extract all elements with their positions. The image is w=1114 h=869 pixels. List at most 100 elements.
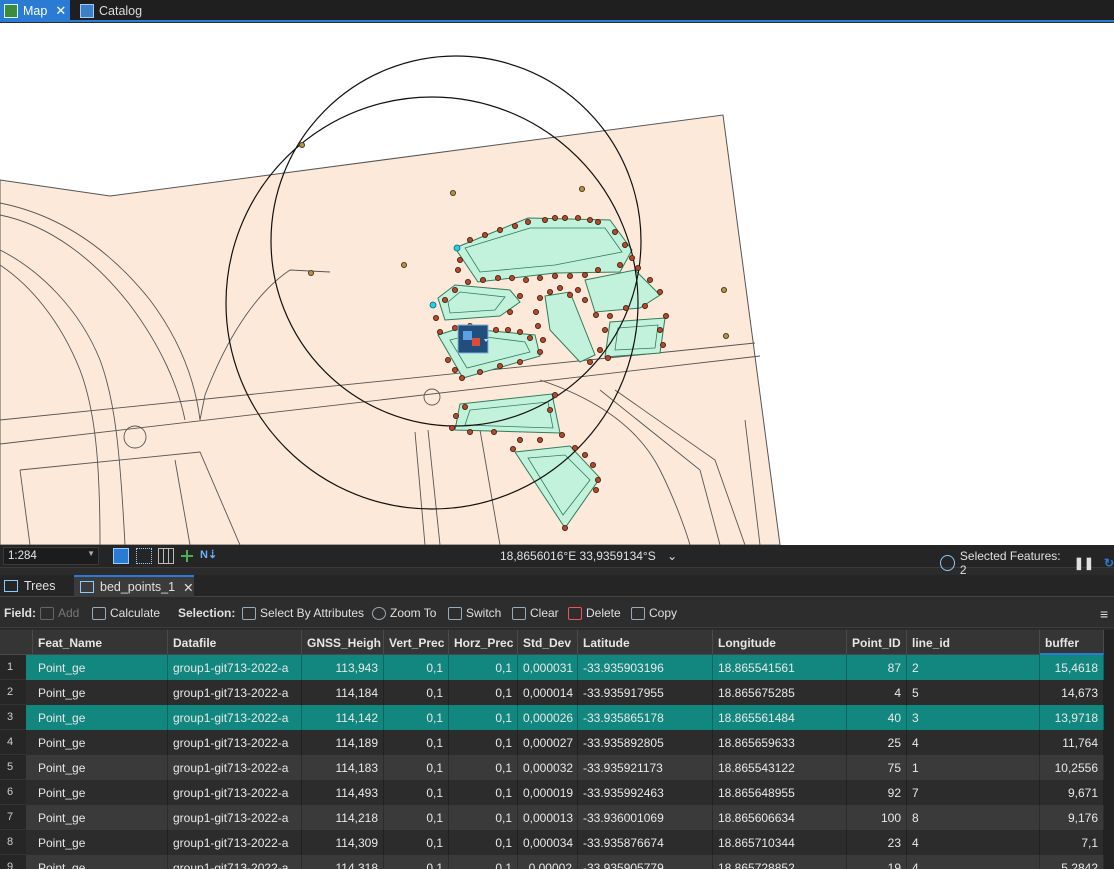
pause-icon[interactable]: ❚❚ xyxy=(1074,556,1094,570)
column-header-vert-prec[interactable]: Vert_Prec xyxy=(384,630,449,655)
cell-point-id[interactable]: 92 xyxy=(847,780,907,805)
cell-horz-prec[interactable]: 0,1 xyxy=(449,830,518,855)
cell-gnss-heigh[interactable]: 113,943 xyxy=(302,655,384,680)
vertical-scrollbar[interactable] xyxy=(1104,630,1114,869)
cell-datafile[interactable]: group1-git713-2022-a xyxy=(168,705,302,730)
calculate-button[interactable]: Calculate xyxy=(92,606,160,620)
cell-buffer[interactable]: 7,1 xyxy=(1040,830,1104,855)
cell-vert-prec[interactable]: 0,1 xyxy=(384,855,449,869)
cell-longitude[interactable]: 18.865606634 xyxy=(713,805,847,830)
cell-buffer[interactable]: 9,176 xyxy=(1040,805,1104,830)
north-arrow-icon[interactable]: N⇣ xyxy=(200,548,217,564)
cell-horz-prec[interactable]: 0,1 xyxy=(449,755,518,780)
cell-feat-name[interactable]: Point_ge xyxy=(33,855,168,869)
refresh-icon[interactable]: ↻ xyxy=(1104,556,1114,570)
cell-feat-name[interactable]: Point_ge xyxy=(33,780,168,805)
cell-vert-prec[interactable]: 0,1 xyxy=(384,755,449,780)
selected-features-indicator[interactable]: Selected Features: 2 ❚❚ ↻ xyxy=(940,549,1114,577)
cell-vert-prec[interactable]: 0,1 xyxy=(384,780,449,805)
cell-feat-name[interactable]: Point_ge xyxy=(33,830,168,855)
cell-datafile[interactable]: group1-git713-2022-a xyxy=(168,780,302,805)
cell-point-id[interactable]: 23 xyxy=(847,830,907,855)
column-header-std-dev[interactable]: Std_Dev xyxy=(518,630,578,655)
cell-buffer[interactable]: 13,9718 xyxy=(1040,705,1104,730)
cell-vert-prec[interactable]: 0,1 xyxy=(384,805,449,830)
chevron-down-icon[interactable]: ⌄ xyxy=(667,549,677,563)
cell-buffer[interactable]: 10,2556 xyxy=(1040,755,1104,780)
tab-catalog[interactable]: Catalog xyxy=(76,0,156,22)
cell-datafile[interactable]: group1-git713-2022-a xyxy=(168,830,302,855)
column-header-longitude[interactable]: Longitude xyxy=(713,630,847,655)
cell-std-dev[interactable]: 0,000019 xyxy=(518,780,578,805)
cell-line-id[interactable]: 4 xyxy=(907,730,1040,755)
cell-horz-prec[interactable]: 0,1 xyxy=(449,730,518,755)
chevron-down-icon[interactable]: ▼ xyxy=(87,549,95,558)
column-header-line-id[interactable]: line_id xyxy=(907,630,1040,655)
cell-std-dev[interactable]: 0,000032 xyxy=(518,755,578,780)
cell-std-dev[interactable]: 0,000034 xyxy=(518,830,578,855)
cell-std-dev[interactable]: 0,000026 xyxy=(518,705,578,730)
snapping-icon[interactable] xyxy=(113,548,129,564)
delete-button[interactable]: Delete xyxy=(568,606,621,620)
cell-horz-prec[interactable]: 0,1 xyxy=(449,680,518,705)
cell-line-id[interactable]: 8 xyxy=(907,805,1040,830)
table-row[interactable]: Point_ge group1-git713-2022-a 114,309 0,1 0,… xyxy=(26,830,1104,855)
cell-feat-name[interactable]: Point_ge xyxy=(33,655,168,680)
cell-line-id[interactable]: 1 xyxy=(907,755,1040,780)
row-number[interactable]: 6 xyxy=(0,780,26,805)
cell-point-id[interactable]: 100 xyxy=(847,805,907,830)
cell-datafile[interactable]: group1-git713-2022-a xyxy=(168,755,302,780)
column-header-latitude[interactable]: Latitude xyxy=(578,630,713,655)
scale-selector[interactable]: 1:284 ▼ xyxy=(3,547,99,565)
cell-datafile[interactable]: group1-git713-2022-a xyxy=(168,655,302,680)
select-by-attributes-button[interactable]: Select By Attributes xyxy=(242,606,364,620)
cell-horz-prec[interactable]: 0,1 xyxy=(449,705,518,730)
cell-std-dev[interactable]: 0,000013 xyxy=(518,805,578,830)
cell-latitude[interactable]: -33.935903196 xyxy=(578,655,713,680)
cell-longitude[interactable]: 18.865543122 xyxy=(713,755,847,780)
cell-datafile[interactable]: group1-git713-2022-a xyxy=(168,855,302,869)
column-header-feat-name[interactable]: Feat_Name xyxy=(33,630,168,655)
table-row[interactable]: Point_ge group1-git713-2022-a 114,142 0,1 0,… xyxy=(26,705,1104,730)
cell-std-dev[interactable]: 0,000027 xyxy=(518,730,578,755)
column-header-point-id[interactable]: Point_ID xyxy=(847,630,907,655)
add-field-button[interactable]: Add xyxy=(40,606,79,620)
cell-line-id[interactable]: 5 xyxy=(907,680,1040,705)
cell-vert-prec[interactable]: 0,1 xyxy=(384,680,449,705)
row-number[interactable]: 9 xyxy=(0,855,26,869)
cell-longitude[interactable]: 18.865675285 xyxy=(713,680,847,705)
cell-buffer[interactable]: 9,671 xyxy=(1040,780,1104,805)
table-row[interactable]: Point_ge group1-git713-2022-a 114,318 0,1 0,… xyxy=(26,855,1104,869)
copy-button[interactable]: Copy xyxy=(631,606,677,620)
table-row[interactable]: Point_ge group1-git713-2022-a 113,943 0,1 0,… xyxy=(26,655,1104,680)
cell-horz-prec[interactable]: 0,1 xyxy=(449,780,518,805)
row-number[interactable]: 7 xyxy=(0,805,26,830)
tab-map[interactable]: Map ✕ xyxy=(0,0,70,22)
cell-longitude[interactable]: 18.865648955 xyxy=(713,780,847,805)
cell-horz-prec[interactable]: 0,1 xyxy=(449,805,518,830)
cell-longitude[interactable]: 18.865561484 xyxy=(713,705,847,730)
cell-vert-prec[interactable]: 0,1 xyxy=(384,730,449,755)
cell-feat-name[interactable]: Point_ge xyxy=(33,705,168,730)
cell-horz-prec[interactable]: 0,1 xyxy=(449,855,518,869)
cell-gnss-heigh[interactable]: 114,493 xyxy=(302,780,384,805)
cell-feat-name[interactable]: Point_ge xyxy=(33,680,168,705)
cell-std-dev[interactable]: 0,000031 xyxy=(518,655,578,680)
cell-point-id[interactable]: 4 xyxy=(847,680,907,705)
row-number[interactable]: 4 xyxy=(0,730,26,755)
cell-std-dev[interactable]: 0,000014 xyxy=(518,680,578,705)
close-icon[interactable]: ✕ xyxy=(55,3,66,19)
cell-feat-name[interactable]: Point_ge xyxy=(33,730,168,755)
cell-gnss-heigh[interactable]: 114,142 xyxy=(302,705,384,730)
cell-line-id[interactable]: 2 xyxy=(907,655,1040,680)
cell-line-id[interactable]: 4 xyxy=(907,830,1040,855)
clear-button[interactable]: Clear xyxy=(512,606,559,620)
row-number[interactable]: 8 xyxy=(0,830,26,855)
cell-gnss-heigh[interactable]: 114,309 xyxy=(302,830,384,855)
cell-latitude[interactable]: -33.935876674 xyxy=(578,830,713,855)
grid-icon[interactable] xyxy=(158,548,174,564)
cell-feat-name[interactable]: Point_ge xyxy=(33,755,168,780)
cell-vert-prec[interactable]: 0,1 xyxy=(384,830,449,855)
zoom-to-button[interactable]: Zoom To xyxy=(372,606,436,620)
cell-point-id[interactable]: 75 xyxy=(847,755,907,780)
